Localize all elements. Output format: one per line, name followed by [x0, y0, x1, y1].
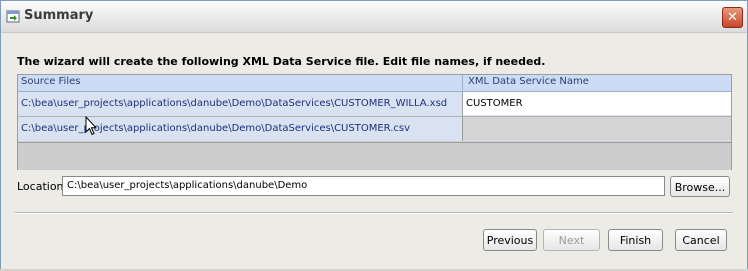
table-empty-area — [18, 142, 731, 170]
window-title: Summary — [24, 8, 94, 23]
service-name-cell[interactable]: CUSTOMER — [463, 92, 731, 115]
close-icon: ✕ — [727, 10, 738, 25]
table-row[interactable]: C:\bea\user_projects\applications\danube… — [18, 92, 731, 116]
column-header-source-files[interactable]: Source Files — [21, 76, 80, 87]
instruction-text: The wizard will create the following XML… — [17, 55, 546, 68]
header-divider — [462, 75, 463, 91]
finish-button[interactable]: Finish — [608, 229, 663, 251]
source-file-cell: C:\bea\user_projects\applications\danube… — [21, 98, 448, 109]
close-button[interactable]: ✕ — [722, 7, 743, 28]
table-row[interactable]: C:\bea\user_projects\applications\danube… — [18, 117, 731, 141]
next-button[interactable]: Next — [543, 229, 600, 251]
summary-dialog: Summary ✕ The wizard will create the fol… — [0, 0, 748, 271]
wizard-icon — [6, 10, 20, 23]
location-input[interactable] — [62, 176, 665, 196]
location-label: Location — [17, 180, 64, 193]
table-header: Source Files XML Data Service Name — [18, 75, 731, 92]
title-bar[interactable]: Summary ✕ — [1, 1, 747, 33]
column-header-service-name[interactable]: XML Data Service Name — [468, 76, 589, 87]
browse-button[interactable]: Browse... — [670, 176, 730, 197]
previous-button[interactable]: Previous — [483, 229, 537, 251]
cancel-button[interactable]: Cancel — [675, 229, 727, 251]
separator — [15, 212, 733, 214]
mouse-pointer-icon — [85, 116, 97, 136]
service-name-cell[interactable] — [463, 117, 731, 140]
column-divider — [462, 92, 463, 141]
files-table: Source Files XML Data Service Name C:\be… — [17, 74, 732, 170]
